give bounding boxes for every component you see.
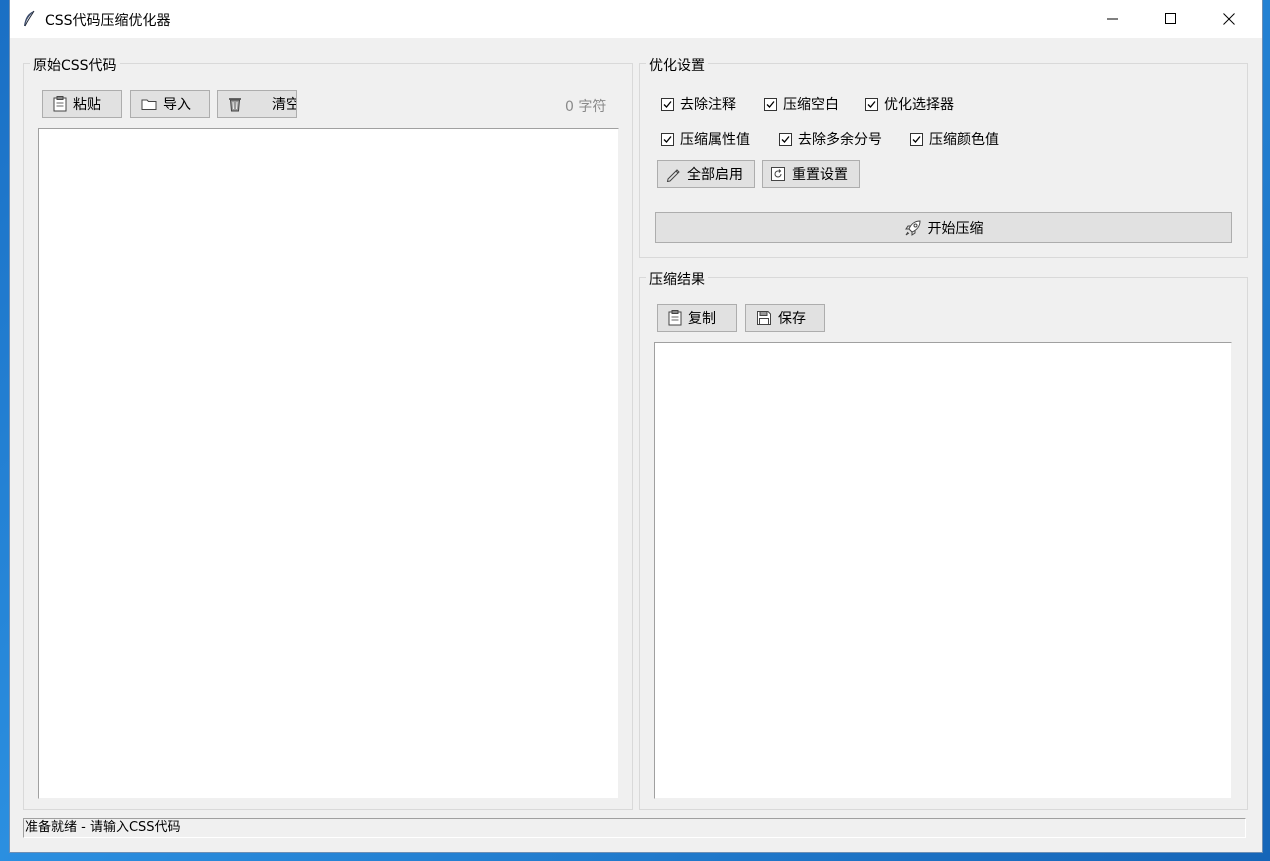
option-compress-values[interactable]: 压缩属性值: [661, 129, 750, 149]
option-label: 去除注释: [680, 97, 736, 113]
trash-icon: [229, 98, 241, 112]
save-button[interactable]: 保存: [745, 304, 825, 332]
option-label: 去除多余分号: [798, 132, 882, 148]
refresh-icon: [771, 167, 785, 181]
option-remove-comments[interactable]: 去除注释: [661, 94, 736, 114]
settings-panel-title: 优化设置: [646, 55, 708, 75]
input-panel-title: 原始CSS代码: [30, 55, 120, 75]
result-panel-title: 压缩结果: [646, 269, 708, 289]
clipboard-icon: [668, 310, 682, 326]
paste-button-label: 粘贴: [73, 97, 101, 113]
close-icon: [1223, 13, 1235, 25]
check-icon: [912, 135, 921, 143]
rocket-icon: [904, 219, 921, 236]
option-remove-semicolons[interactable]: 去除多余分号: [779, 129, 882, 149]
check-icon: [663, 100, 672, 108]
status-bar: 准备就绪 - 请输入CSS代码: [23, 818, 1246, 838]
option-label: 优化选择器: [884, 97, 954, 113]
clipboard-icon: [53, 96, 67, 112]
checkbox[interactable]: [865, 97, 878, 111]
checkbox[interactable]: [764, 97, 777, 111]
css-output-textarea[interactable]: [654, 342, 1232, 799]
option-compress-whitespace[interactable]: 压缩空白: [764, 94, 839, 114]
maximize-button[interactable]: [1142, 0, 1200, 38]
copy-button-label: 复制: [688, 311, 716, 327]
check-icon: [663, 135, 672, 143]
option-label: 压缩空白: [783, 97, 839, 113]
copy-button[interactable]: 复制: [657, 304, 737, 332]
floppy-disk-icon: [757, 311, 771, 325]
option-compress-colors[interactable]: 压缩颜色值: [910, 129, 999, 149]
minimize-icon: [1107, 18, 1118, 20]
window-title: CSS代码压缩优化器: [45, 13, 171, 29]
checkbox[interactable]: [661, 97, 674, 111]
import-button[interactable]: 导入: [130, 90, 210, 118]
check-icon: [867, 100, 876, 108]
checkbox[interactable]: [910, 132, 923, 146]
check-icon: [766, 100, 775, 108]
option-label: 压缩属性值: [680, 132, 750, 148]
start-compress-label: 开始压缩: [927, 220, 984, 237]
enable-all-label: 全部启用: [687, 167, 743, 183]
reset-settings-label: 重置设置: [792, 167, 848, 183]
char-count: 0 字符: [565, 99, 607, 115]
close-button[interactable]: [1200, 0, 1258, 38]
maximize-icon: [1165, 13, 1176, 24]
paste-button[interactable]: 粘贴: [42, 90, 122, 118]
app-window: CSS代码压缩优化器 原始CSS代码 粘贴 导入 清 0 字符 优化设置 去除注…: [10, 0, 1262, 852]
option-label: 压缩颜色值: [929, 132, 999, 148]
import-button-label: 导入: [163, 97, 191, 113]
settings-panel: 优化设置 去除注释 压缩空白 优化选择器 压缩属性值 去除多余分号 压缩颜色值: [639, 55, 1248, 258]
clear-button-label: 清空: [272, 97, 296, 113]
folder-icon: [141, 99, 157, 110]
pencil-icon: [666, 169, 680, 182]
reset-settings-button[interactable]: 重置设置: [762, 160, 860, 188]
enable-all-button[interactable]: 全部启用: [657, 160, 755, 188]
check-icon: [781, 135, 790, 143]
title-bar[interactable]: CSS代码压缩优化器: [10, 0, 1262, 38]
save-button-label: 保存: [778, 311, 806, 327]
result-panel: 压缩结果 复制 保存: [639, 269, 1248, 810]
option-optimize-selectors[interactable]: 优化选择器: [865, 94, 954, 114]
css-input-textarea[interactable]: [38, 128, 619, 799]
minimize-button[interactable]: [1084, 0, 1142, 38]
feather-icon: [22, 10, 36, 28]
checkbox[interactable]: [661, 132, 674, 146]
start-compress-button[interactable]: 开始压缩: [655, 212, 1232, 243]
checkbox[interactable]: [779, 132, 792, 146]
clear-button[interactable]: 清空: [217, 90, 297, 118]
input-panel: 原始CSS代码 粘贴 导入 清空 0 字符: [23, 55, 633, 810]
